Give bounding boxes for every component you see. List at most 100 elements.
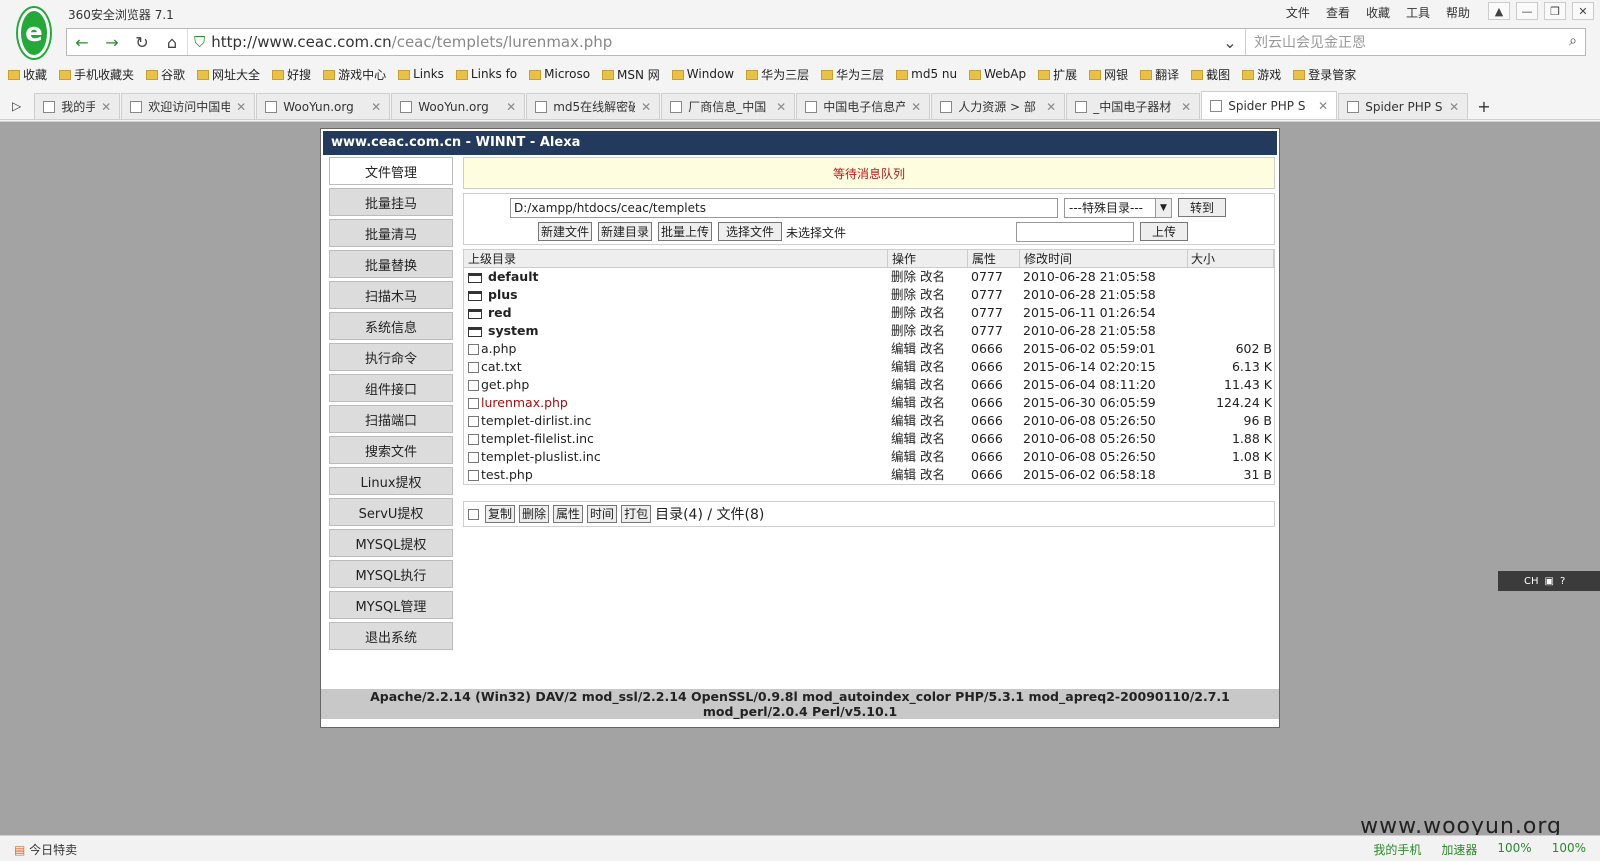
deals-link[interactable]: ▤ 今日特卖 xyxy=(14,841,77,858)
new-dir-button[interactable]: 新建目录 xyxy=(598,222,652,241)
close-tab-icon[interactable]: ✕ xyxy=(506,100,516,114)
bookmark-item[interactable]: 登录管家 xyxy=(1293,66,1356,83)
bookmark-item[interactable]: MSN 网 xyxy=(602,66,660,83)
bookmark-item[interactable]: 扩展 xyxy=(1038,66,1077,83)
batch-button-2[interactable]: 属性 xyxy=(553,505,584,523)
dir-label[interactable]: system xyxy=(488,323,539,338)
file-link[interactable]: get.php xyxy=(481,377,529,392)
nav-item[interactable]: 退出系统 xyxy=(329,622,453,650)
tab-10[interactable]: Spider PHP S ✕ xyxy=(1338,93,1469,119)
parent-dir-link[interactable]: 上级目录 xyxy=(464,250,888,267)
dir-name[interactable]: plus xyxy=(464,286,888,304)
row-ops[interactable]: 编辑 改名 xyxy=(888,394,968,412)
batch-button-1[interactable]: 删除 xyxy=(519,505,550,523)
nav-item[interactable]: MYSQL执行 xyxy=(329,560,453,588)
file-checkbox[interactable] xyxy=(468,344,479,355)
file-link[interactable]: templet-pluslist.inc xyxy=(481,449,601,464)
nav-item[interactable]: 搜索文件 xyxy=(329,436,453,464)
nav-item[interactable]: ServU提权 xyxy=(329,498,453,526)
bookmark-item[interactable]: 截图 xyxy=(1191,66,1230,83)
nav-item[interactable]: MYSQL管理 xyxy=(329,591,453,619)
menu-item-0[interactable]: 文件 xyxy=(1286,4,1310,21)
search-input[interactable]: 刘云山会见金正恩 ⌕ xyxy=(1245,29,1585,55)
file-checkbox[interactable] xyxy=(468,470,479,481)
row-ops[interactable]: 编辑 改名 xyxy=(888,466,968,484)
ime-lang[interactable]: CH xyxy=(1524,576,1539,587)
home-button[interactable]: ⌂ xyxy=(157,29,187,55)
close-tab-icon[interactable]: ✕ xyxy=(1181,100,1191,114)
chevron-down-icon[interactable]: ⌄ xyxy=(1215,29,1245,55)
back-button[interactable]: ← xyxy=(67,29,97,55)
tab-9[interactable]: Spider PHP S ✕ xyxy=(1201,91,1338,119)
dir-name[interactable]: default xyxy=(464,268,888,286)
close-tab-icon[interactable]: ✕ xyxy=(1046,100,1056,114)
bookmark-item[interactable]: 游戏中心 xyxy=(323,66,386,83)
nav-item[interactable]: 系统信息 xyxy=(329,312,453,340)
bookmark-item[interactable]: 好搜 xyxy=(272,66,311,83)
file-checkbox[interactable] xyxy=(468,416,479,427)
status-item-0[interactable]: 我的手机 xyxy=(1373,841,1421,858)
row-ops[interactable]: 编辑 改名 xyxy=(888,358,968,376)
nav-item[interactable]: 扫描端口 xyxy=(329,405,453,433)
tab-1[interactable]: 欢迎访问中国电 ✕ xyxy=(121,93,256,119)
bookmark-item[interactable]: Links fo xyxy=(455,67,517,81)
row-ops[interactable]: 删除 改名 xyxy=(888,268,968,286)
bookmark-item[interactable]: 游戏 xyxy=(1242,66,1281,83)
path-input[interactable]: D:/xampp/htdocs/ceac/templets xyxy=(510,198,1058,218)
row-ops[interactable]: 编辑 改名 xyxy=(888,340,968,358)
file-checkbox[interactable] xyxy=(468,398,479,409)
bookmark-item[interactable]: md5 nu xyxy=(896,67,957,81)
file-link[interactable]: cat.txt xyxy=(481,359,522,374)
dir-name[interactable]: red xyxy=(464,304,888,322)
bookmark-item[interactable]: Microso xyxy=(529,67,590,81)
bookmark-item[interactable]: 手机收藏夹 xyxy=(59,66,134,83)
dir-name[interactable]: system xyxy=(464,322,888,340)
bookmark-item[interactable]: 网银 xyxy=(1089,66,1128,83)
bookmark-item[interactable]: 网址大全 xyxy=(197,66,260,83)
file-link[interactable]: templet-dirlist.inc xyxy=(481,413,591,428)
choose-file-button[interactable]: 选择文件 xyxy=(718,222,782,241)
ime-mode-icon[interactable]: ▣ xyxy=(1545,576,1554,587)
bookmark-item[interactable]: 谷歌 xyxy=(146,66,185,83)
search-icon[interactable]: ⌕ xyxy=(1569,33,1577,49)
file-checkbox[interactable] xyxy=(468,380,479,391)
tab-6[interactable]: 中国电子信息产 ✕ xyxy=(796,93,931,119)
status-item-2[interactable]: 100% xyxy=(1497,841,1531,858)
help-icon[interactable]: ? xyxy=(1560,576,1565,587)
nav-item[interactable]: 扫描木马 xyxy=(329,281,453,309)
file-checkbox[interactable] xyxy=(468,362,479,373)
tab-7[interactable]: 人力资源 > 部 ✕ xyxy=(931,93,1066,119)
file-link[interactable]: lurenmax.php xyxy=(481,395,568,410)
special-dir-select[interactable]: ---特殊目录--- ▼ xyxy=(1064,198,1172,218)
bookmark-item[interactable]: Window xyxy=(671,67,734,81)
row-ops[interactable]: 删除 改名 xyxy=(888,304,968,322)
dir-label[interactable]: red xyxy=(488,305,512,320)
nav-item[interactable]: 执行命令 xyxy=(329,343,453,371)
close-tab-icon[interactable]: ✕ xyxy=(371,100,381,114)
batch-button-0[interactable]: 复制 xyxy=(485,505,516,523)
batch-button-3[interactable]: 时间 xyxy=(587,505,618,523)
tab-4[interactable]: md5在线解密破 ✕ xyxy=(526,93,661,119)
batch-upload-button[interactable]: 批量上传 xyxy=(658,222,712,241)
menu-item-3[interactable]: 工具 xyxy=(1406,4,1430,21)
tab-3[interactable]: WooYun.org ✕ xyxy=(391,93,526,119)
status-item-3[interactable]: 100% xyxy=(1552,841,1586,858)
dir-label[interactable]: default xyxy=(488,269,538,284)
file-checkbox[interactable] xyxy=(468,452,479,463)
new-tab-button[interactable]: + xyxy=(1469,93,1498,119)
sidebar-toggle-icon[interactable]: ▷ xyxy=(0,93,33,119)
close-tab-icon[interactable]: ✕ xyxy=(1449,100,1459,114)
nav-item[interactable]: 批量替换 xyxy=(329,250,453,278)
nav-item[interactable]: Linux提权 xyxy=(329,467,453,495)
file-link[interactable]: templet-filelist.inc xyxy=(481,431,594,446)
minimize-button[interactable]: — xyxy=(1516,2,1538,20)
close-tab-icon[interactable]: ✕ xyxy=(776,100,786,114)
skin-icon[interactable]: ▲ xyxy=(1488,2,1510,20)
bookmark-item[interactable]: Links xyxy=(398,67,444,81)
new-file-button[interactable]: 新建文件 xyxy=(538,222,592,241)
row-ops[interactable]: 编辑 改名 xyxy=(888,430,968,448)
nav-item[interactable]: 组件接口 xyxy=(329,374,453,402)
tab-5[interactable]: 厂商信息_中国 ✕ xyxy=(661,93,796,119)
nav-item[interactable]: 批量挂马 xyxy=(329,188,453,216)
menu-item-2[interactable]: 收藏 xyxy=(1366,4,1390,21)
